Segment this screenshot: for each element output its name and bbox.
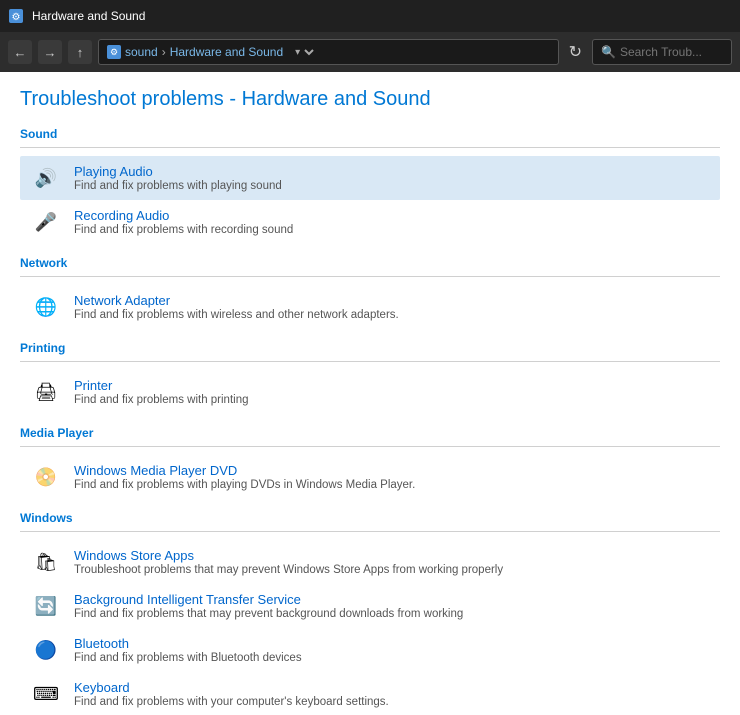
item-icon-bluetooth: 🔵 (28, 634, 64, 666)
up-button[interactable]: ↑ (68, 40, 92, 64)
item-name-wmp-dvd[interactable]: Windows Media Player DVD (74, 463, 712, 478)
item-name-playing-audio[interactable]: Playing Audio (74, 164, 712, 179)
item-icon-windows-store-apps: 🛍 (28, 546, 64, 578)
list-item-wmp-dvd[interactable]: 📀 Windows Media Player DVDFind and fix pr… (20, 455, 720, 499)
list-item-printer[interactable]: 🖨 PrinterFind and fix problems with print… (20, 370, 720, 414)
item-desc-wmp-dvd: Find and fix problems with playing DVDs … (74, 479, 712, 491)
item-text-recording-audio: Recording AudioFind and fix problems wit… (74, 208, 712, 236)
window-title: Hardware and Sound (32, 9, 145, 23)
item-desc-bits: Find and fix problems that may prevent b… (74, 608, 712, 620)
section-header-windows: Windows (20, 511, 720, 529)
page-title: Troubleshoot problems - Hardware and Sou… (20, 88, 720, 111)
list-item-bluetooth[interactable]: 🔵 BluetoothFind and fix problems with Blu… (20, 628, 720, 672)
section-divider-network (20, 276, 720, 277)
section-header-printing: Printing (20, 341, 720, 359)
list-item-playing-audio[interactable]: 🔊 Playing AudioFind and fix problems with… (20, 156, 720, 200)
item-desc-keyboard: Find and fix problems with your computer… (74, 696, 712, 708)
item-desc-network-adapter: Find and fix problems with wireless and … (74, 309, 712, 321)
item-icon-playing-audio: 🔊 (28, 162, 64, 194)
path-sep-1: › (162, 45, 166, 59)
content-area: Troubleshoot problems - Hardware and Sou… (0, 72, 740, 715)
item-desc-recording-audio: Find and fix problems with recording sou… (74, 224, 712, 236)
section-header-network: Network (20, 256, 720, 274)
search-box: 🔍 (592, 39, 732, 65)
item-text-network-adapter: Network AdapterFind and fix problems wit… (74, 293, 712, 321)
item-icon-bits: 🔄 (28, 590, 64, 622)
item-text-printer: PrinterFind and fix problems with printi… (74, 378, 712, 406)
item-text-playing-audio: Playing AudioFind and fix problems with … (74, 164, 712, 192)
search-icon: 🔍 (601, 45, 616, 59)
path-dropdown[interactable]: ▾ (291, 46, 317, 59)
list-item-windows-store-apps[interactable]: 🛍 Windows Store AppsTroubleshoot problems… (20, 540, 720, 584)
item-name-keyboard[interactable]: Keyboard (74, 680, 712, 695)
section-header-sound: Sound (20, 127, 720, 145)
item-icon-printer: 🖨 (28, 376, 64, 408)
window-icon: ⚙ (8, 8, 24, 24)
title-bar: ⚙ Hardware and Sound (0, 0, 740, 32)
item-icon-recording-audio: 🎤 (28, 206, 64, 238)
item-text-bits: Background Intelligent Transfer ServiceF… (74, 592, 712, 620)
refresh-button[interactable]: ↻ (565, 40, 586, 64)
section-divider-sound (20, 147, 720, 148)
section-divider-media-player (20, 446, 720, 447)
address-path: ⚙ sound › Hardware and Sound ▾ (98, 39, 559, 65)
item-name-network-adapter[interactable]: Network Adapter (74, 293, 712, 308)
item-text-bluetooth: BluetoothFind and fix problems with Blue… (74, 636, 712, 664)
item-text-wmp-dvd: Windows Media Player DVDFind and fix pro… (74, 463, 712, 491)
address-bar: ← → ↑ ⚙ sound › Hardware and Sound ▾ ↻ 🔍 (0, 32, 740, 72)
item-name-bluetooth[interactable]: Bluetooth (74, 636, 712, 651)
list-item-keyboard[interactable]: ⌨ KeyboardFind and fix problems with your… (20, 672, 720, 715)
item-name-recording-audio[interactable]: Recording Audio (74, 208, 712, 223)
item-desc-playing-audio: Find and fix problems with playing sound (74, 180, 712, 192)
section-header-media-player: Media Player (20, 426, 720, 444)
item-desc-windows-store-apps: Troubleshoot problems that may prevent W… (74, 564, 712, 576)
section-divider-printing (20, 361, 720, 362)
section-media-player: Media Player 📀 Windows Media Player DVDFin… (20, 426, 720, 499)
item-desc-bluetooth: Find and fix problems with Bluetooth dev… (74, 652, 712, 664)
path-hardware-sound[interactable]: Hardware and Sound (170, 45, 283, 59)
section-printing: Printing 🖨 PrinterFind and fix problems wi… (20, 341, 720, 414)
svg-text:⚙: ⚙ (12, 12, 21, 23)
list-item-recording-audio[interactable]: 🎤 Recording AudioFind and fix problems wi… (20, 200, 720, 244)
section-divider-windows (20, 531, 720, 532)
item-icon-keyboard: ⌨ (28, 678, 64, 710)
search-input[interactable] (620, 45, 723, 59)
item-name-bits[interactable]: Background Intelligent Transfer Service (74, 592, 712, 607)
item-text-keyboard: KeyboardFind and fix problems with your … (74, 680, 712, 708)
section-windows: Windows 🛍 Windows Store AppsTroubleshoot p… (20, 511, 720, 715)
forward-button[interactable]: → (38, 40, 62, 64)
section-network: Network 🌐 Network AdapterFind and fix prob… (20, 256, 720, 329)
item-icon-wmp-dvd: 📀 (28, 461, 64, 493)
item-name-windows-store-apps[interactable]: Windows Store Apps (74, 548, 712, 563)
list-item-bits[interactable]: 🔄 Background Intelligent Transfer Service… (20, 584, 720, 628)
list-item-network-adapter[interactable]: 🌐 Network AdapterFind and fix problems wi… (20, 285, 720, 329)
sections-container: Sound🔊Playing AudioFind and fix problems… (20, 127, 720, 715)
item-desc-printer: Find and fix problems with printing (74, 394, 712, 406)
item-text-windows-store-apps: Windows Store AppsTroubleshoot problems … (74, 548, 712, 576)
section-sound: Sound🔊Playing AudioFind and fix problems… (20, 127, 720, 244)
back-button[interactable]: ← (8, 40, 32, 64)
path-icon: ⚙ (107, 45, 121, 59)
path-troubleshooting[interactable]: sound (125, 45, 158, 59)
item-icon-network-adapter: 🌐 (28, 291, 64, 323)
item-name-printer[interactable]: Printer (74, 378, 712, 393)
